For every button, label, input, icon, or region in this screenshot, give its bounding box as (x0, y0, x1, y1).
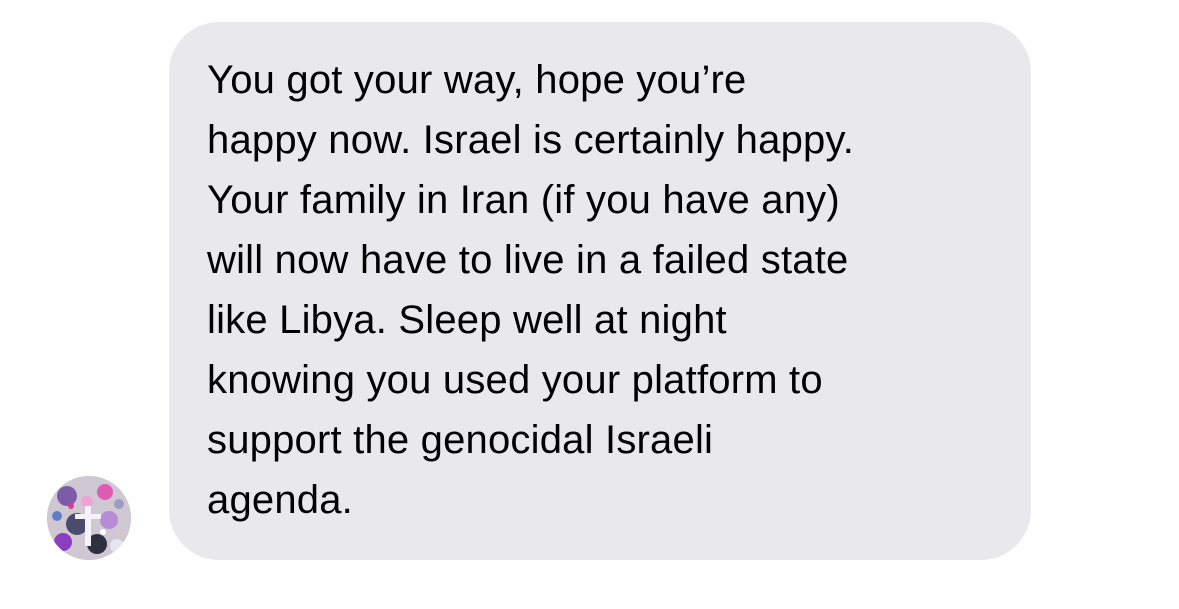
message-line: happy now. Israel is certainly happy. (207, 118, 855, 162)
message-line: agenda. (207, 478, 353, 522)
message-line: Your family in Iran (if you have any) (207, 178, 840, 222)
avatar-image (47, 476, 131, 560)
message-line: knowing you used your platform to (207, 358, 823, 402)
message-line: support the genocidal Israeli (207, 418, 714, 462)
message-bubble[interactable]: You got your way, hope you’re happy now.… (169, 22, 1031, 560)
sender-avatar[interactable] (47, 476, 131, 560)
message-line: will now have to live in a failed state (207, 238, 849, 282)
message-line: like Libya. Sleep well at night (207, 298, 727, 342)
message-row: You got your way, hope you’re happy now.… (0, 0, 1179, 609)
message-line: You got your way, hope you’re (207, 58, 747, 102)
